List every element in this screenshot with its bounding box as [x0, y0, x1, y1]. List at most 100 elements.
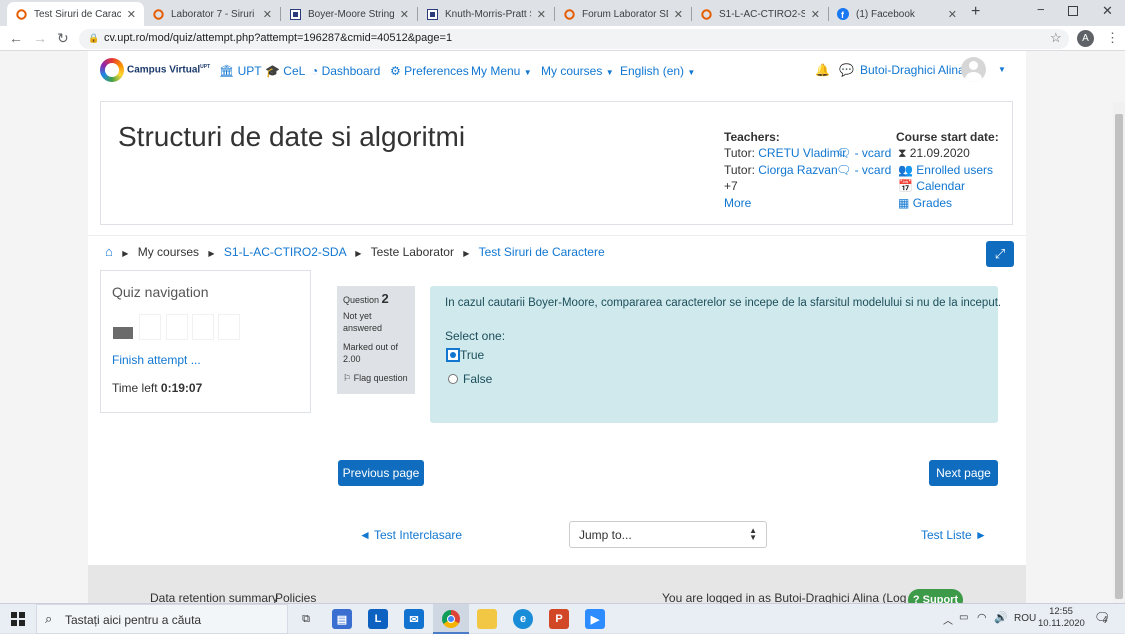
store-icon[interactable]: ▤ — [332, 609, 352, 629]
tab-boyer-moore[interactable]: Boyer-Moore String Se ✕ — [281, 2, 417, 26]
caret-down-icon: ▼ — [605, 68, 614, 77]
next-activity-link[interactable]: Test Liste ► — [921, 528, 987, 542]
calendar-link[interactable]: 📅 Calendar — [898, 179, 965, 193]
nav-upt[interactable]: 🏛 UPT — [219, 64, 262, 78]
grades-link[interactable]: ▦ Grades — [898, 196, 952, 210]
vcard-link[interactable]: 🗨 - vcard — [836, 163, 891, 177]
close-tab-icon[interactable]: ✕ — [811, 8, 820, 21]
caret-down-icon: ▼ — [523, 68, 532, 77]
nav-dashboard[interactable]: ◔ Dashboard — [311, 64, 380, 78]
new-tab-button[interactable]: + — [971, 3, 980, 21]
clock[interactable]: 12:55 10.11.2020 — [1038, 606, 1085, 630]
tab-course[interactable]: S1-L-AC-CTIRO2-SDA: ✕ — [692, 2, 828, 26]
breadcrumb-my-courses[interactable]: My courses — [138, 245, 199, 259]
nav-my-menu[interactable]: My Menu ▼ — [471, 64, 532, 78]
back-icon[interactable]: ← — [9, 30, 23, 46]
page-content: Campus VirtualUPT 🏛 UPT 🎓 CeL ◔ Dashboar… — [88, 51, 1026, 603]
logged-in-text: You are logged in as Butoi-Draghici Alin… — [662, 591, 931, 603]
next-page-button[interactable]: Next page — [929, 460, 998, 486]
tab-forum[interactable]: Forum Laborator SDA ✕ — [555, 2, 691, 26]
wifi-icon[interactable]: ◠ — [977, 611, 987, 624]
answer-option-false[interactable]: False — [448, 372, 492, 386]
close-window-button[interactable]: ✕ — [1102, 3, 1113, 19]
url-field[interactable]: 🔒 cv.upt.ro/mod/quiz/attempt.php?attempt… — [79, 29, 1069, 49]
finish-attempt-link[interactable]: Finish attempt ... — [112, 353, 201, 367]
quiz-nav-question-3[interactable] — [166, 314, 188, 340]
tab-facebook[interactable]: f (1) Facebook ✕ — [829, 2, 965, 26]
quiz-nav-question-4[interactable] — [192, 314, 214, 340]
file-explorer-icon[interactable] — [477, 609, 497, 629]
breadcrumb-quiz[interactable]: Test Siruri de Caractere — [479, 245, 605, 259]
language-indicator[interactable]: ROU — [1014, 613, 1036, 624]
campus-virtual-logo-icon[interactable] — [100, 58, 124, 82]
facebook-icon: f — [837, 8, 849, 20]
quiz-nav-question-1[interactable] — [112, 314, 134, 340]
nav-language[interactable]: English (en) ▼ — [620, 64, 695, 78]
minimize-button[interactable]: − — [1037, 2, 1045, 17]
bookmark-star-icon[interactable]: ☆ — [1050, 30, 1062, 46]
reload-icon[interactable]: ↻ — [57, 30, 69, 47]
more-teachers-link[interactable]: More — [724, 196, 751, 210]
breadcrumb-section[interactable]: Teste Laborator — [371, 245, 454, 259]
volume-icon[interactable]: 🔊 — [994, 611, 1008, 624]
question-text: In cazul cautarii Boyer-Moore, comparare… — [445, 297, 1002, 309]
maximize-button[interactable] — [1068, 6, 1078, 16]
page-scrollbar[interactable] — [1113, 102, 1125, 603]
previous-page-button[interactable]: Previous page — [338, 460, 424, 486]
policies-link[interactable]: Policies — [275, 591, 316, 603]
profile-avatar[interactable]: A — [1077, 30, 1094, 47]
chrome-taskbar-button[interactable] — [433, 604, 469, 634]
user-avatar[interactable] — [961, 57, 986, 82]
forward-icon[interactable]: → — [33, 30, 47, 46]
zoom-icon[interactable]: ▶ — [585, 609, 605, 629]
nav-preferences[interactable]: ⚙ Preferences — [390, 64, 469, 78]
tab-kmp[interactable]: Knuth-Morris-Pratt Stri ✕ — [418, 2, 554, 26]
vcard-link[interactable]: 🗨 - vcard — [836, 146, 891, 160]
nav-my-courses[interactable]: My courses ▼ — [541, 64, 614, 78]
close-tab-icon[interactable]: ✕ — [537, 8, 546, 21]
user-name[interactable]: Butoi-Draghici Alina — [860, 63, 965, 77]
edge-icon[interactable]: e — [513, 609, 533, 629]
notifications-icon[interactable]: 🗨 4 — [1094, 610, 1111, 626]
user-menu-caret-icon[interactable]: ▼ — [998, 65, 1006, 74]
messages-icon[interactable]: 💬 — [839, 63, 854, 77]
task-view-icon[interactable]: ⧉ — [296, 609, 316, 629]
mail-icon[interactable]: ✉ — [404, 609, 424, 629]
close-tab-icon[interactable]: ✕ — [948, 8, 957, 21]
home-icon[interactable]: ⌂ — [105, 244, 113, 259]
nav-cel[interactable]: 🎓 CeL — [265, 64, 305, 78]
close-tab-icon[interactable]: ✕ — [400, 8, 409, 21]
quiz-nav-question-2[interactable] — [139, 314, 161, 340]
taskbar-search[interactable]: ⌕ Tastați aici pentru a căuta — [36, 604, 288, 634]
breadcrumb-course[interactable]: S1-L-AC-CTIRO2-SDA — [224, 245, 346, 259]
jump-to-select[interactable]: Jump to... ▲ ▼ — [569, 521, 767, 548]
data-retention-link[interactable]: Data retention summary — [150, 591, 278, 603]
close-tab-icon[interactable]: ✕ — [263, 8, 272, 21]
tab-laborator7[interactable]: Laborator 7 - Siruri de ✕ — [144, 2, 280, 26]
tab-test-siruri[interactable]: Test Siruri de Caractere ✕ — [7, 2, 144, 26]
site-logo-text[interactable]: Campus VirtualUPT — [127, 64, 210, 75]
radio-false[interactable] — [448, 374, 458, 384]
browser-menu-icon[interactable]: ⋮ — [1106, 30, 1119, 46]
fullscreen-button[interactable]: ⤢ — [986, 241, 1014, 267]
chevron-right-icon: ▶ — [355, 249, 362, 258]
notifications-bell-icon[interactable]: 🔔 — [815, 63, 830, 77]
tutor-link[interactable]: CRETU Vladimir — [758, 146, 846, 160]
scrollbar-thumb[interactable] — [1115, 114, 1123, 599]
answer-option-true[interactable]: True — [446, 348, 484, 362]
lync-icon[interactable]: L — [368, 609, 388, 629]
expand-icon: ⤢ — [994, 246, 1006, 261]
tutor-link[interactable]: Ciorga Razvan — [758, 163, 837, 177]
battery-icon[interactable]: ▭ — [959, 612, 968, 623]
powerpoint-icon[interactable]: P — [549, 609, 569, 629]
support-button[interactable]: ? Suport — [908, 589, 963, 603]
windows-start-icon[interactable] — [11, 612, 25, 626]
flag-question-link[interactable]: ⚐ Flag question — [343, 372, 409, 384]
close-tab-icon[interactable]: ✕ — [674, 8, 683, 21]
enrolled-users-link[interactable]: 👥 Enrolled users — [898, 163, 993, 177]
prev-activity-link[interactable]: ◄ Test Interclasare — [359, 528, 462, 542]
quiz-nav-question-5[interactable] — [218, 314, 240, 340]
radio-true[interactable] — [446, 348, 460, 362]
show-hidden-icons[interactable]: ︿ — [943, 612, 953, 627]
close-tab-icon[interactable]: ✕ — [127, 8, 136, 21]
